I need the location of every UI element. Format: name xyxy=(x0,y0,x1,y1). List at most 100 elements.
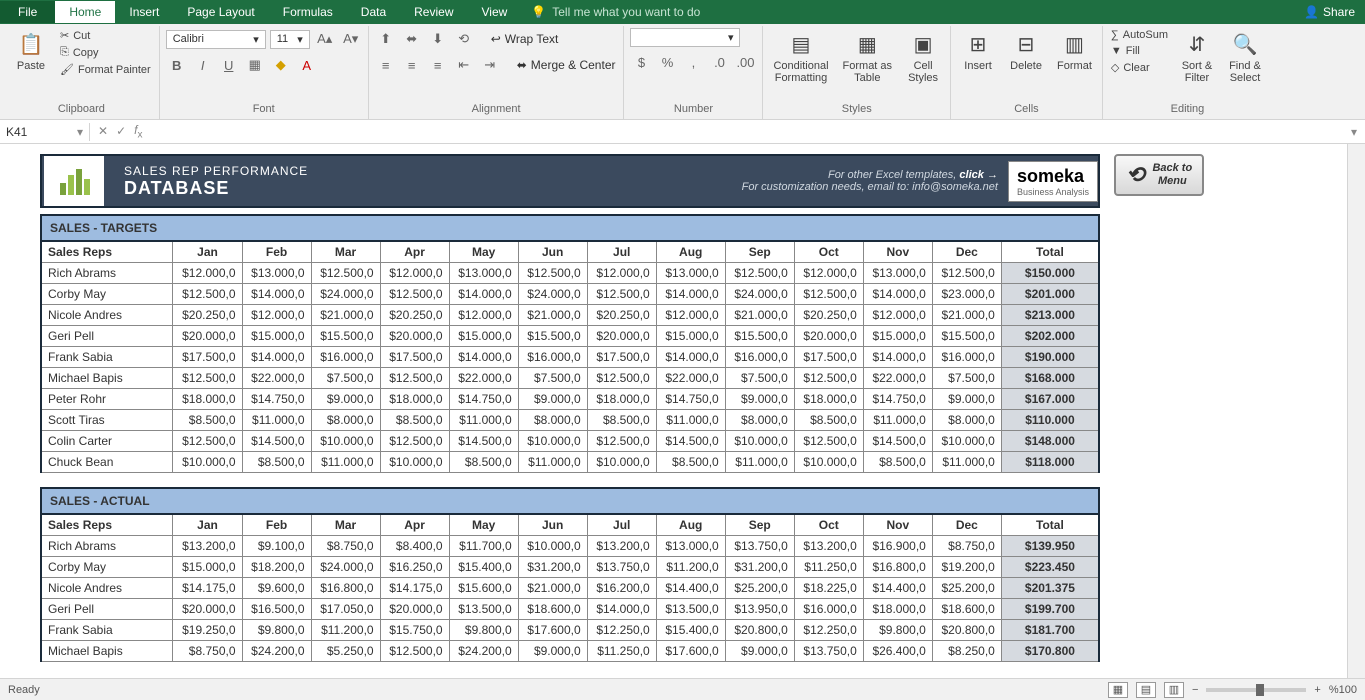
month-value[interactable]: $12.500,0 xyxy=(380,641,449,662)
month-value[interactable]: $8.750,0 xyxy=(932,536,1001,557)
month-value[interactable]: $13.200,0 xyxy=(173,536,242,557)
month-value[interactable]: $8.400,0 xyxy=(380,536,449,557)
autosum-button[interactable]: ∑AutoSum xyxy=(1109,28,1170,42)
month-value[interactable]: $12.500,0 xyxy=(725,263,794,284)
tab-insert[interactable]: Insert xyxy=(115,1,173,23)
month-value[interactable]: $20.000,0 xyxy=(380,599,449,620)
month-value[interactable]: $13.000,0 xyxy=(449,263,518,284)
month-value[interactable]: $11.000,0 xyxy=(725,452,794,473)
month-value[interactable]: $9.000,0 xyxy=(725,641,794,662)
rep-name[interactable]: Geri Pell xyxy=(41,326,173,347)
month-value[interactable]: $24.200,0 xyxy=(449,641,518,662)
month-value[interactable]: $12.500,0 xyxy=(173,431,242,452)
month-value[interactable]: $10.000,0 xyxy=(932,431,1001,452)
month-value[interactable]: $14.750,0 xyxy=(449,389,518,410)
month-value[interactable]: $11.200,0 xyxy=(656,557,725,578)
month-value[interactable]: $15.000,0 xyxy=(863,326,932,347)
expand-formula-bar-button[interactable]: ▾ xyxy=(1343,125,1365,139)
increase-decimal-button[interactable]: .0 xyxy=(708,51,730,73)
rep-name[interactable]: Nicole Andres xyxy=(41,305,173,326)
cancel-formula-button[interactable]: ✕ xyxy=(98,124,108,138)
month-value[interactable]: $16.000,0 xyxy=(794,599,863,620)
tab-view[interactable]: View xyxy=(468,1,522,23)
month-value[interactable]: $17.600,0 xyxy=(656,641,725,662)
fill-button[interactable]: ▼Fill xyxy=(1109,44,1170,58)
align-top-button[interactable]: ⬆ xyxy=(375,28,397,50)
month-value[interactable]: $12.500,0 xyxy=(173,284,242,305)
month-value[interactable]: $8.500,0 xyxy=(449,452,518,473)
zoom-in-button[interactable]: + xyxy=(1314,684,1320,696)
tell-me-search[interactable]: 💡Tell me what you want to do xyxy=(531,5,700,19)
month-value[interactable]: $25.200,0 xyxy=(932,578,1001,599)
month-value[interactable]: $7.500,0 xyxy=(518,368,587,389)
month-value[interactable]: $8.500,0 xyxy=(587,410,656,431)
month-value[interactable]: $22.000,0 xyxy=(656,368,725,389)
month-value[interactable]: $15.750,0 xyxy=(380,620,449,641)
month-value[interactable]: $16.000,0 xyxy=(932,347,1001,368)
month-value[interactable]: $15.400,0 xyxy=(656,620,725,641)
month-value[interactable]: $8.500,0 xyxy=(242,452,311,473)
month-value[interactable]: $17.600,0 xyxy=(518,620,587,641)
month-value[interactable]: $13.500,0 xyxy=(449,599,518,620)
month-value[interactable]: $12.000,0 xyxy=(794,263,863,284)
month-value[interactable]: $12.500,0 xyxy=(380,368,449,389)
align-center-button[interactable]: ≡ xyxy=(401,54,423,76)
month-value[interactable]: $18.000,0 xyxy=(587,389,656,410)
month-value[interactable]: $14.500,0 xyxy=(242,431,311,452)
month-value[interactable]: $21.000,0 xyxy=(518,578,587,599)
grow-font-button[interactable]: A▴ xyxy=(314,28,336,50)
tab-data[interactable]: Data xyxy=(347,1,400,23)
month-value[interactable]: $15.500,0 xyxy=(311,326,380,347)
month-value[interactable]: $16.900,0 xyxy=(863,536,932,557)
month-value[interactable]: $14.175,0 xyxy=(173,578,242,599)
bold-button[interactable]: B xyxy=(166,54,188,76)
month-value[interactable]: $31.200,0 xyxy=(518,557,587,578)
month-value[interactable]: $13.750,0 xyxy=(587,557,656,578)
month-value[interactable]: $17.500,0 xyxy=(380,347,449,368)
vertical-scrollbar[interactable] xyxy=(1347,144,1365,678)
month-value[interactable]: $14.000,0 xyxy=(242,347,311,368)
month-value[interactable]: $24.000,0 xyxy=(311,284,380,305)
month-value[interactable]: $17.050,0 xyxy=(311,599,380,620)
month-value[interactable]: $18.600,0 xyxy=(518,599,587,620)
month-value[interactable]: $9.000,0 xyxy=(518,641,587,662)
month-value[interactable]: $11.250,0 xyxy=(587,641,656,662)
month-value[interactable]: $17.500,0 xyxy=(173,347,242,368)
month-value[interactable]: $16.500,0 xyxy=(242,599,311,620)
align-bottom-button[interactable]: ⬇ xyxy=(427,28,449,50)
month-value[interactable]: $13.750,0 xyxy=(794,641,863,662)
month-value[interactable]: $20.000,0 xyxy=(380,326,449,347)
month-value[interactable]: $9.000,0 xyxy=(311,389,380,410)
month-value[interactable]: $11.000,0 xyxy=(863,410,932,431)
month-value[interactable]: $9.800,0 xyxy=(242,620,311,641)
paste-button[interactable]: 📋 Paste xyxy=(10,28,52,74)
cut-button[interactable]: ✂Cut xyxy=(58,28,153,43)
rep-name[interactable]: Rich Abrams xyxy=(41,263,173,284)
page-layout-view-button[interactable]: ▤ xyxy=(1136,682,1156,698)
month-value[interactable]: $8.500,0 xyxy=(173,410,242,431)
month-value[interactable]: $12.000,0 xyxy=(173,263,242,284)
month-value[interactable]: $12.500,0 xyxy=(380,431,449,452)
rep-name[interactable]: Corby May xyxy=(41,557,173,578)
month-value[interactable]: $11.000,0 xyxy=(518,452,587,473)
month-value[interactable]: $8.500,0 xyxy=(656,452,725,473)
month-value[interactable]: $15.500,0 xyxy=(518,326,587,347)
back-to-menu-button[interactable]: ⟲ Back to Menu xyxy=(1114,154,1204,196)
border-button[interactable]: ▦ xyxy=(244,54,266,76)
month-value[interactable]: $8.500,0 xyxy=(863,452,932,473)
month-value[interactable]: $9.800,0 xyxy=(449,620,518,641)
normal-view-button[interactable]: ▦ xyxy=(1108,682,1128,698)
find-select-button[interactable]: 🔍Find & Select xyxy=(1224,28,1266,86)
month-value[interactable]: $10.000,0 xyxy=(173,452,242,473)
clear-button[interactable]: ◇Clear xyxy=(1109,60,1170,75)
month-value[interactable]: $14.000,0 xyxy=(863,347,932,368)
month-value[interactable]: $11.700,0 xyxy=(449,536,518,557)
month-value[interactable]: $8.500,0 xyxy=(380,410,449,431)
zoom-slider[interactable] xyxy=(1206,688,1306,692)
month-value[interactable]: $18.225,0 xyxy=(794,578,863,599)
month-value[interactable]: $9.000,0 xyxy=(518,389,587,410)
wrap-text-button[interactable]: ↩Wrap Text xyxy=(489,28,561,50)
insert-cells-button[interactable]: ⊞Insert xyxy=(957,28,999,74)
font-name-select[interactable]: Calibri▾ xyxy=(166,30,266,49)
currency-button[interactable]: $ xyxy=(630,51,652,73)
